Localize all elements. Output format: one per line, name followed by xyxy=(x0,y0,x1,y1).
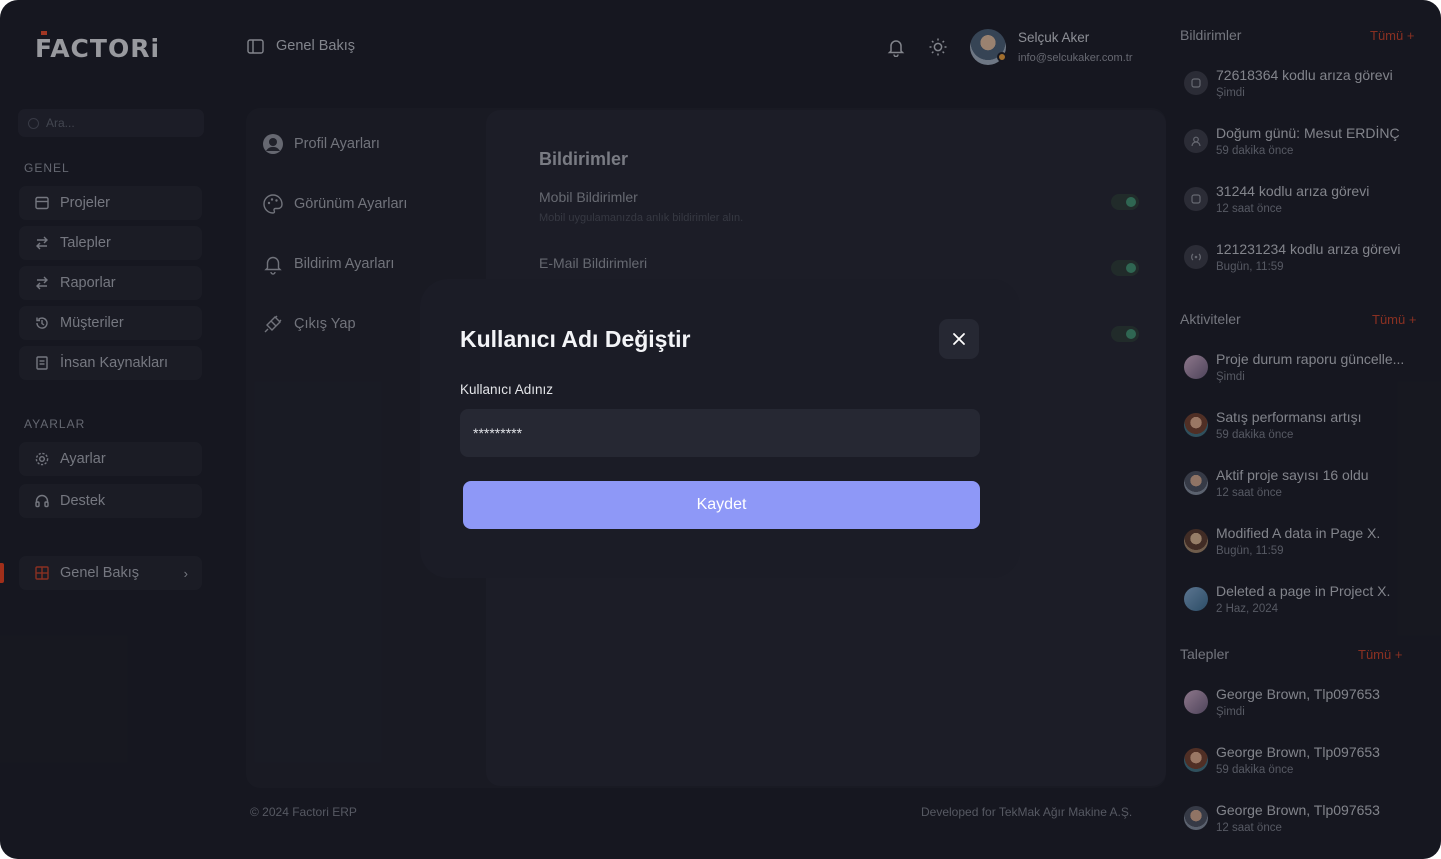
username-field-label: Kullanıcı Adınız xyxy=(460,382,554,397)
dialog-title: Kullanıcı Adı Değiştir xyxy=(460,326,691,352)
close-icon xyxy=(953,333,965,345)
change-username-dialog: Kullanıcı Adı Değiştir Kullanıcı Adınız … xyxy=(420,279,1020,578)
save-button[interactable]: Kaydet xyxy=(463,481,980,529)
close-button[interactable] xyxy=(939,319,979,359)
app-window: FACTORi Ara... GENEL Projeler Talepler R… xyxy=(0,0,1441,859)
username-input[interactable] xyxy=(460,409,980,457)
